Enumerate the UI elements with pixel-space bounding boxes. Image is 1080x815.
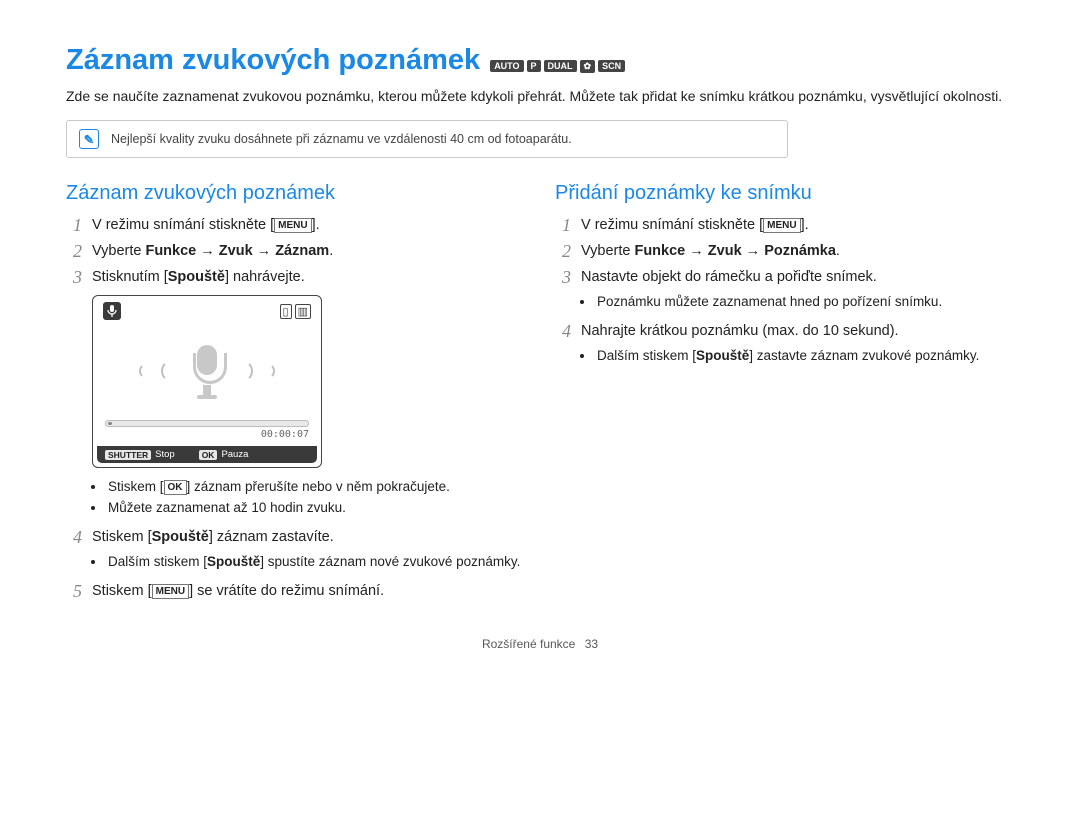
- intro-paragraph: Zde se naučíte zaznamenat zvukovou pozná…: [66, 87, 1014, 106]
- mode-badge: SCN: [598, 60, 625, 72]
- step-text: Stisknutím [Spouště] nahrávejte.: [92, 267, 305, 287]
- battery-icon: ▥: [295, 304, 311, 319]
- recorder-frame: ▯ ▥ 00:00:07: [92, 295, 322, 468]
- sound-wave-icon: [231, 360, 253, 382]
- page-number: 33: [585, 637, 598, 651]
- battery-status-icons: ▯ ▥: [280, 304, 311, 319]
- recorder-topbar: ▯ ▥: [97, 300, 317, 322]
- step-number: 3: [66, 267, 82, 287]
- step-number: 3: [555, 267, 571, 287]
- bullet-list: Dalším stiskem [Spouště] zastavte záznam…: [595, 347, 1014, 365]
- step-number: 5: [66, 581, 82, 601]
- bullet-list: Stiskem [OK] záznam přerušíte nebo v něm…: [106, 478, 525, 517]
- step-number: 1: [555, 215, 571, 235]
- microphone-icon: [189, 345, 225, 397]
- page-footer: Rozšířené funkce 33: [66, 637, 1014, 651]
- step-text: Stiskem [Spouště] záznam zastavíte.: [92, 527, 334, 547]
- step-row: 4 Nahrajte krátkou poznámku (max. do 10 …: [555, 321, 1014, 341]
- mode-badge: AUTO: [490, 60, 523, 72]
- bullet-list: Poznámku můžete zaznamenat hned po poříz…: [595, 293, 1014, 311]
- step-row: 3 Nastavte objekt do rámečku a pořiďte s…: [555, 267, 1014, 287]
- step-number: 4: [555, 321, 571, 341]
- list-item: Můžete zaznamenat až 10 hodin zvuku.: [106, 499, 525, 517]
- callout-text: Nejlepší kvality zvuku dosáhnete při záz…: [111, 132, 572, 146]
- recorder-time: 00:00:07: [261, 429, 309, 440]
- right-column: Přidání poznámky ke snímku 1 V režimu sn…: [555, 182, 1014, 607]
- mode-badges: AUTO P DUAL ✿ SCN: [490, 60, 625, 73]
- menu-button-label: MENU: [763, 218, 800, 233]
- mode-badge: P: [527, 60, 541, 72]
- mode-badge: DUAL: [544, 60, 577, 72]
- list-item: Stiskem [OK] záznam přerušíte nebo v něm…: [106, 478, 525, 496]
- manual-page: Záznam zvukových poznámek AUTO P DUAL ✿ …: [0, 0, 1080, 669]
- step-text: Nastavte objekt do rámečku a pořiďte sní…: [581, 267, 877, 287]
- recorder-screenshot: ▯ ▥ 00:00:07: [92, 295, 322, 468]
- progress-bar: [105, 420, 309, 427]
- recorder-footer: SHUTTER Stop OKPauza: [97, 446, 317, 463]
- step-row: 1 V režimu snímání stiskněte [MENU].: [66, 215, 525, 235]
- shutter-key-label: SHUTTER: [105, 450, 151, 460]
- step-text: Stiskem [MENU] se vrátíte do režimu sním…: [92, 581, 384, 601]
- sound-wave-icon: [161, 360, 183, 382]
- recorder-graphic: [97, 322, 317, 420]
- step-row: 4 Stiskem [Spouště] záznam zastavíte.: [66, 527, 525, 547]
- mode-badge: ✿: [580, 60, 596, 73]
- step-text: V režimu snímání stiskněte [MENU].: [581, 215, 809, 235]
- two-columns: Záznam zvukových poznámek 1 V režimu sní…: [66, 182, 1014, 607]
- step-number: 4: [66, 527, 82, 547]
- step-row: 2 Vyberte Funkce → Zvuk → Záznam.: [66, 241, 525, 261]
- left-subheading: Záznam zvukových poznámek: [66, 182, 525, 205]
- note-callout: ✎ Nejlepší kvality zvuku dosáhnete při z…: [66, 120, 788, 158]
- list-item: Dalším stiskem [Spouště] zastavte záznam…: [595, 347, 1014, 365]
- bullet-list: Dalším stiskem [Spouště] spustíte záznam…: [106, 553, 525, 571]
- list-item: Poznámku můžete zaznamenat hned po poříz…: [595, 293, 1014, 311]
- sound-wave-icon: [139, 363, 155, 379]
- ok-action: Pauza: [221, 449, 248, 460]
- title-row: Záznam zvukových poznámek AUTO P DUAL ✿ …: [66, 44, 1014, 77]
- shutter-action: Stop: [155, 449, 175, 460]
- step-number: 2: [66, 241, 82, 261]
- sound-wave-icon: [259, 363, 275, 379]
- step-number: 1: [66, 215, 82, 235]
- step-row: 2 Vyberte Funkce → Zvuk → Poznámka.: [555, 241, 1014, 261]
- page-title: Záznam zvukových poznámek: [66, 44, 480, 77]
- step-text: Nahrajte krátkou poznámku (max. do 10 se…: [581, 321, 899, 341]
- step-text: V režimu snímání stiskněte [MENU].: [92, 215, 320, 235]
- ok-button-label: OK: [164, 480, 187, 495]
- step-row: 1 V režimu snímání stiskněte [MENU].: [555, 215, 1014, 235]
- recorder-timeline: 00:00:07: [105, 420, 309, 440]
- menu-button-label: MENU: [152, 584, 189, 599]
- step-number: 2: [555, 241, 571, 261]
- step-row: 3 Stisknutím [Spouště] nahrávejte.: [66, 267, 525, 287]
- note-icon: ✎: [79, 129, 99, 149]
- list-item: Dalším stiskem [Spouště] spustíte záznam…: [106, 553, 525, 571]
- footer-section: Rozšířené funkce: [482, 637, 575, 651]
- step-text: Vyberte Funkce → Zvuk → Záznam.: [92, 241, 333, 261]
- step-text: Vyberte Funkce → Zvuk → Poznámka.: [581, 241, 840, 261]
- card-icon: ▯: [280, 304, 292, 319]
- recording-indicator-icon: [103, 302, 121, 320]
- step-row: 5 Stiskem [MENU] se vrátíte do režimu sn…: [66, 581, 525, 601]
- ok-key-label: OK: [199, 450, 218, 460]
- right-subheading: Přidání poznámky ke snímku: [555, 182, 1014, 205]
- menu-button-label: MENU: [274, 218, 311, 233]
- left-column: Záznam zvukových poznámek 1 V režimu sní…: [66, 182, 525, 607]
